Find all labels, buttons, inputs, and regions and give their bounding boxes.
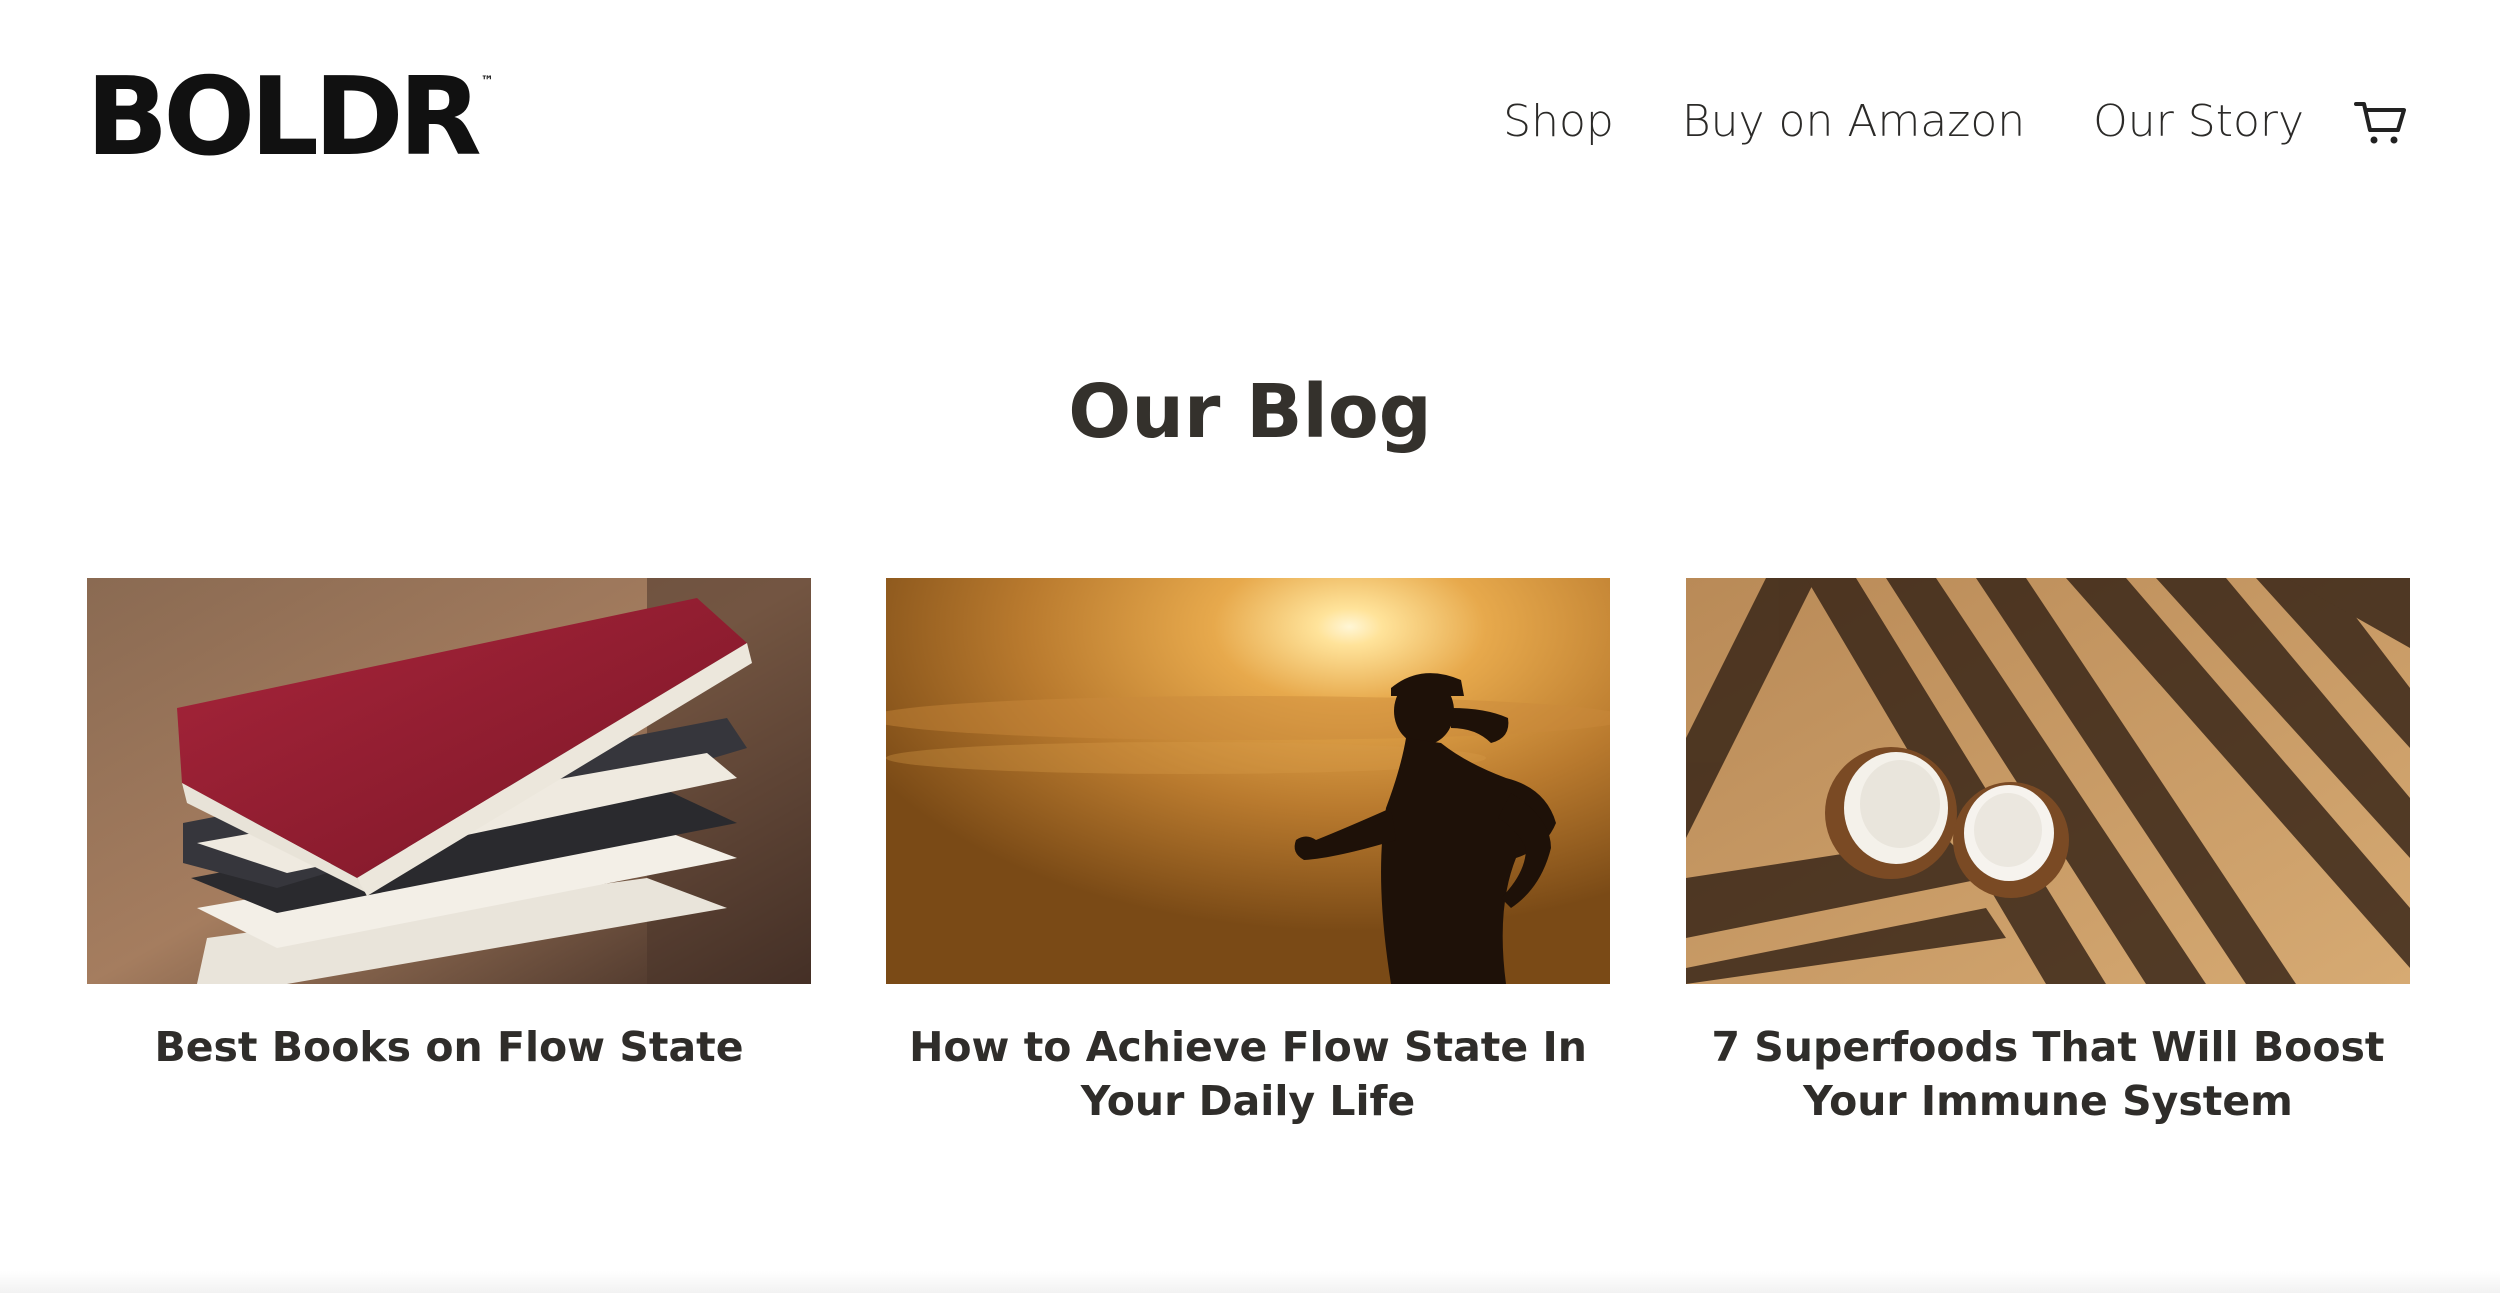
blog-card-title[interactable]: Best Books on Flow State bbox=[87, 1020, 811, 1074]
blog-card-image-books[interactable] bbox=[87, 578, 811, 984]
brand-logo[interactable]: BOLDR ™ bbox=[86, 55, 494, 180]
blog-card-image-coconuts[interactable] bbox=[1686, 578, 2410, 984]
nav-link-our-story[interactable]: Our Story bbox=[2093, 92, 2304, 152]
blog-card[interactable]: 7 Superfoods That Will Boost Your Immune… bbox=[1686, 578, 2410, 1128]
brand-logo-text: BOLDR bbox=[86, 55, 482, 180]
trademark-symbol: ™ bbox=[480, 74, 494, 89]
blog-card-image-runner[interactable] bbox=[886, 578, 1610, 984]
nav-link-buy-on-amazon[interactable]: Buy on Amazon bbox=[1682, 92, 2025, 152]
blog-card[interactable]: Best Books on Flow State bbox=[87, 578, 811, 1074]
nav-link-shop[interactable]: Shop bbox=[1503, 92, 1614, 152]
page-title: Our Blog bbox=[1068, 369, 1432, 455]
main-nav: Shop Buy on Amazon Our Story bbox=[1503, 92, 2410, 152]
blog-card-title[interactable]: How to Achieve Flow State In Your Daily … bbox=[886, 1020, 1610, 1128]
blog-card-title[interactable]: 7 Superfoods That Will Boost Your Immune… bbox=[1686, 1020, 2410, 1128]
blog-card[interactable]: How to Achieve Flow State In Your Daily … bbox=[886, 578, 1610, 1128]
page-bottom-edge bbox=[0, 1271, 2500, 1293]
cart-icon bbox=[2354, 102, 2406, 144]
cart-button[interactable] bbox=[2352, 96, 2410, 148]
